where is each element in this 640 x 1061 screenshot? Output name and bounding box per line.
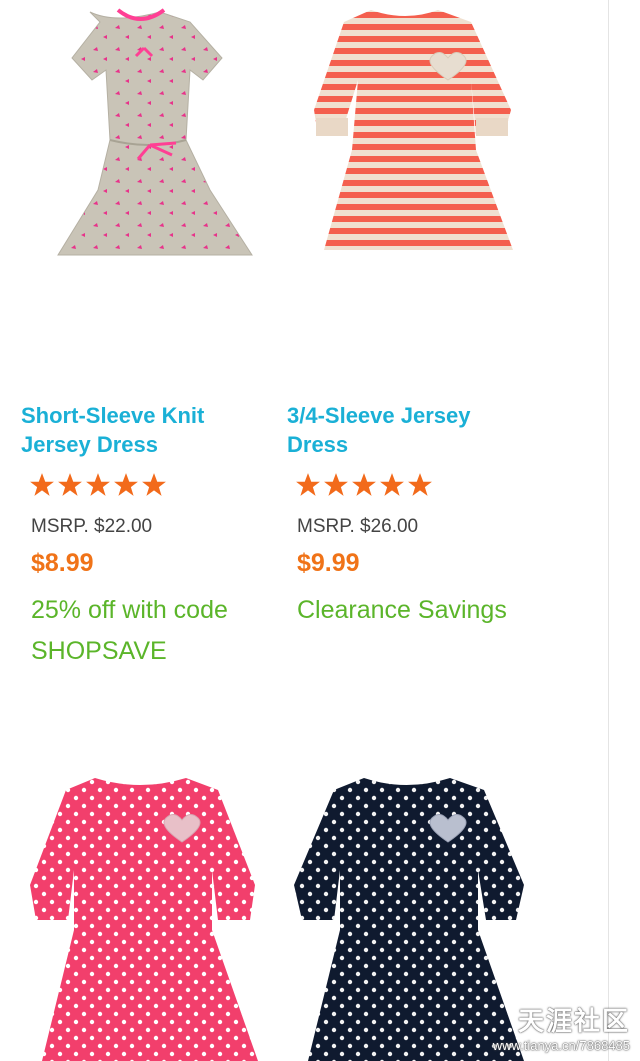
rating-stars	[29, 472, 167, 498]
star-icon	[324, 473, 348, 496]
star-icon	[408, 473, 432, 496]
product-image[interactable]	[266, 770, 531, 1061]
product-image[interactable]	[0, 0, 265, 300]
watermark: 天涯社区 www.tianya.cn/7868485	[493, 1001, 630, 1053]
star-icon	[296, 473, 320, 496]
star-icon	[142, 473, 166, 496]
star-icon	[352, 473, 376, 496]
msrp-price: MSRP. $26.00	[297, 516, 419, 537]
page-divider	[608, 0, 609, 1061]
star-icon	[30, 473, 54, 496]
product-title[interactable]: Short-Sleeve Knit Jersey Dress	[21, 401, 251, 459]
star-icon	[86, 473, 110, 496]
star-icon	[380, 473, 404, 496]
product-image[interactable]	[266, 0, 531, 300]
watermark-logo: 天涯社区	[517, 1006, 630, 1036]
promo-text: 25% off with code SHOPSAVE	[31, 596, 228, 665]
product-title[interactable]: 3/4-Sleeve Jersey Dress	[287, 401, 517, 459]
msrp-price: MSRP. $22.00	[31, 516, 153, 537]
promo-text: Clearance Savings	[297, 596, 507, 624]
watermark-url: www.tianya.cn/7868485	[492, 1038, 630, 1053]
product-image[interactable]	[0, 770, 265, 1061]
star-icon	[58, 473, 82, 496]
sale-price: $8.99	[31, 549, 94, 577]
star-icon	[114, 473, 138, 496]
rating-stars	[295, 472, 433, 498]
sale-price: $9.99	[297, 549, 360, 577]
